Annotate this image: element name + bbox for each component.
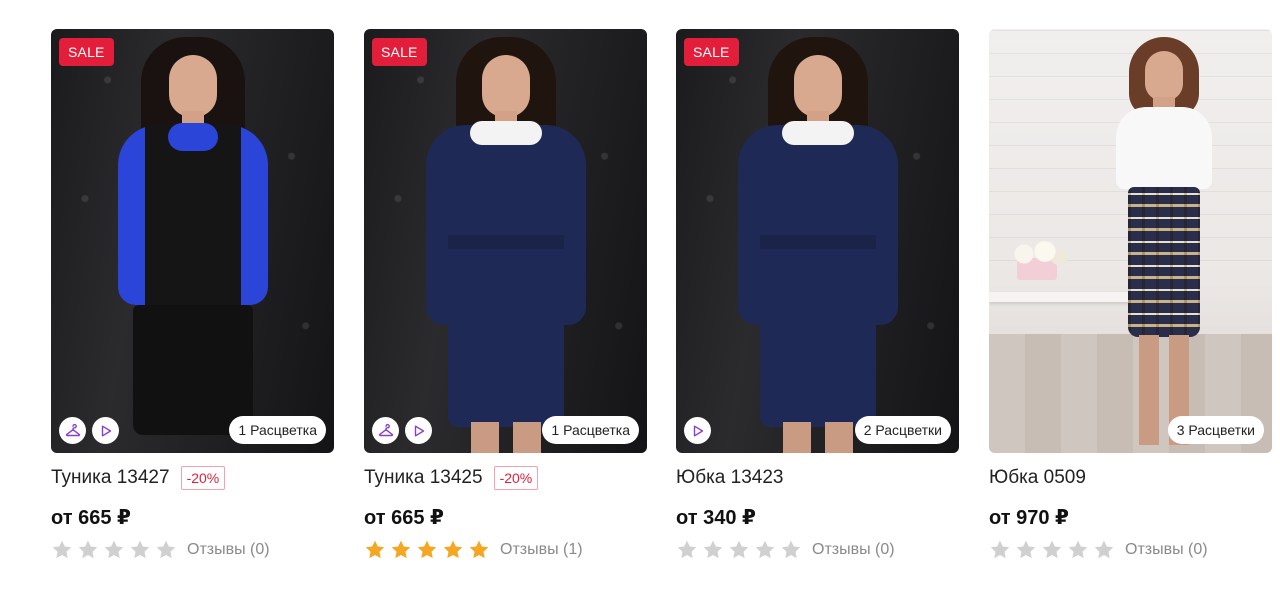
star-empty-icon: [1068, 540, 1088, 559]
product-price: от 340 ₽: [676, 507, 756, 529]
product-card[interactable]: SALE 1 Расцветка Туника 13425 -20% от 66…: [364, 29, 647, 561]
discount-badge: -20%: [180, 466, 226, 490]
product-price: от 970 ₽: [989, 507, 1069, 529]
star-empty-icon: [1042, 540, 1062, 559]
hanger-icon[interactable]: [372, 417, 399, 444]
rating-row: Отзывы (0): [989, 539, 1272, 561]
rating-row: Отзывы (1): [364, 539, 647, 561]
star-empty-icon: [990, 540, 1010, 559]
model-figure: [1104, 37, 1224, 453]
star-empty-icon: [703, 540, 723, 559]
star-filled-icon: [469, 540, 489, 559]
hanger-icon[interactable]: [59, 417, 86, 444]
product-photo[interactable]: SALE 1 Расцветка: [364, 29, 647, 453]
star-empty-icon: [677, 540, 697, 559]
star-empty-icon: [104, 540, 124, 559]
media-icons: [59, 417, 119, 444]
title-row: Туника 13427 -20%: [51, 465, 334, 491]
colors-count-pill[interactable]: 2 Расцветки: [854, 416, 951, 444]
model-figure: [723, 37, 913, 453]
product-photo[interactable]: 3 Расцветки: [989, 29, 1272, 453]
star-filled-icon: [391, 540, 411, 559]
star-empty-icon: [130, 540, 150, 559]
star-empty-icon: [755, 540, 775, 559]
star-empty-icon: [729, 540, 749, 559]
rating-row: Отзывы (0): [51, 539, 334, 561]
star-empty-icon: [78, 540, 98, 559]
product-price: от 665 ₽: [51, 507, 131, 529]
star-empty-icon: [1094, 540, 1114, 559]
star-empty-icon: [1016, 540, 1036, 559]
product-card[interactable]: SALE 1 Расцветка Туника 13427 -20% от 66…: [51, 29, 334, 561]
product-grid: SALE 1 Расцветка Туника 13427 -20% от 66…: [0, 0, 1280, 598]
title-row: Юбка 13423: [676, 465, 959, 491]
product-title[interactable]: Туника 13427: [51, 467, 170, 489]
product-price: от 665 ₽: [364, 507, 444, 529]
reviews-link[interactable]: Отзывы (0): [812, 541, 895, 559]
sale-badge: SALE: [59, 38, 114, 66]
star-empty-icon: [781, 540, 801, 559]
title-row: Туника 13425 -20%: [364, 465, 647, 491]
product-photo[interactable]: SALE 1 Расцветка: [51, 29, 334, 453]
reviews-link[interactable]: Отзывы (0): [187, 541, 270, 559]
title-row: Юбка 0509: [989, 465, 1272, 491]
star-filled-icon: [365, 540, 385, 559]
sale-badge: SALE: [684, 38, 739, 66]
product-title[interactable]: Юбка 13423: [676, 467, 784, 489]
model-figure: [103, 37, 283, 453]
star-filled-icon: [443, 540, 463, 559]
rating-stars: [51, 539, 177, 561]
star-empty-icon: [52, 540, 72, 559]
reviews-link[interactable]: Отзывы (1): [500, 541, 583, 559]
product-card[interactable]: 3 Расцветки Юбка 0509 от 970 ₽ Отзывы (0…: [989, 29, 1272, 561]
product-title[interactable]: Юбка 0509: [989, 467, 1086, 489]
product-card[interactable]: SALE 2 Расцветки Юбка 13423 от 340 ₽ Отз…: [676, 29, 959, 561]
media-icons: [684, 417, 711, 444]
rating-stars: [364, 539, 490, 561]
media-icons: [372, 417, 432, 444]
rating-stars: [989, 539, 1115, 561]
discount-badge: -20%: [493, 466, 539, 490]
product-photo[interactable]: SALE 2 Расцветки: [676, 29, 959, 453]
play-icon[interactable]: [684, 417, 711, 444]
model-figure: [411, 37, 601, 453]
rating-stars: [676, 539, 802, 561]
play-icon[interactable]: [92, 417, 119, 444]
colors-count-pill[interactable]: 3 Расцветки: [1167, 416, 1264, 444]
reviews-link[interactable]: Отзывы (0): [1125, 541, 1208, 559]
product-title[interactable]: Туника 13425: [364, 467, 483, 489]
star-filled-icon: [417, 540, 437, 559]
play-icon[interactable]: [405, 417, 432, 444]
colors-count-pill[interactable]: 1 Расцветка: [229, 416, 326, 444]
star-empty-icon: [156, 540, 176, 559]
colors-count-pill[interactable]: 1 Расцветка: [542, 416, 639, 444]
rating-row: Отзывы (0): [676, 539, 959, 561]
sale-badge: SALE: [372, 38, 427, 66]
